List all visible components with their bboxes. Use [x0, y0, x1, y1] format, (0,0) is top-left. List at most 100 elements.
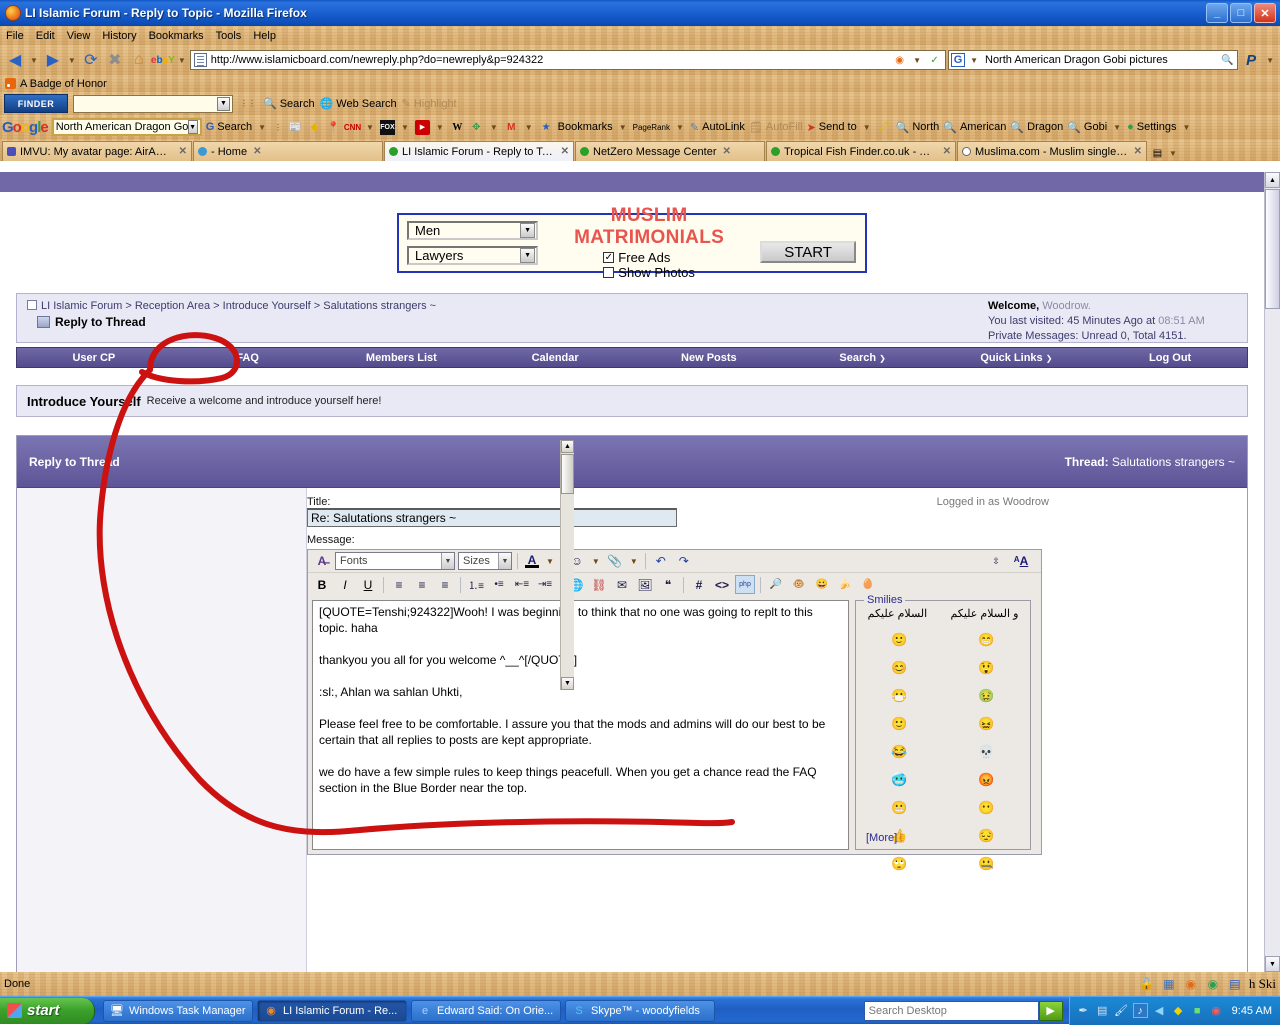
shield-icon[interactable]: ◆ [1171, 1003, 1186, 1018]
image-icon[interactable]: 🖼 [635, 575, 655, 594]
smilie-icon[interactable]: 😲 [978, 660, 995, 677]
attachment-dropdown-icon[interactable]: ▼ [628, 557, 640, 566]
font-mode-icon[interactable]: ᴬA [1011, 552, 1031, 571]
hello-smilie-icon[interactable]: 😀 [812, 575, 832, 594]
google-query-input[interactable]: North American Dragon Gobi picture ▼ [51, 118, 202, 136]
cnn-dropdown-icon[interactable]: ▼ [364, 123, 376, 132]
show-photos-checkbox[interactable] [603, 267, 615, 278]
breadcrumb-item-reception-area[interactable]: Reception Area [135, 300, 210, 312]
bookmarks-dropdown-icon[interactable]: ▼ [617, 123, 629, 132]
terms-dropdown-icon[interactable]: ▼ [1111, 123, 1123, 132]
taskbar-item-firefox[interactable]: ◉ LI Islamic Forum - Re... [257, 999, 407, 1022]
highlight-marker-icon[interactable]: 🖍 [877, 120, 892, 135]
smilies-more-link[interactable]: [More] [866, 832, 897, 844]
tab-close-icon[interactable]: ✕ [253, 146, 261, 157]
chevron-down-icon[interactable]: ▼ [520, 223, 536, 238]
tab-close-icon[interactable]: ✕ [179, 146, 187, 157]
windows-icon[interactable]: ▦ [1161, 976, 1177, 992]
reload-icon[interactable]: ⟳ [80, 49, 102, 71]
smilie-icon[interactable]: 😔 [978, 828, 995, 845]
wysiwyg-toggle-icon[interactable]: A̶ [312, 552, 332, 571]
menu-bookmarks[interactable]: Bookmarks [149, 30, 204, 42]
unlink-icon[interactable]: ⛓ [589, 575, 609, 594]
undo-icon[interactable]: ↶ [651, 552, 671, 571]
taskbar-clock[interactable]: 9:45 AM [1232, 1005, 1272, 1017]
font-color-dropdown-icon[interactable]: ▼ [544, 557, 556, 566]
quote-icon[interactable]: ❝ [658, 575, 678, 594]
chevron-down-icon[interactable]: ▼ [441, 553, 454, 569]
minimize-button[interactable]: _ [1206, 3, 1228, 23]
smilie-icon[interactable]: 😬 [891, 800, 908, 817]
google-search-button[interactable]: G Search [206, 121, 252, 133]
smilie-icon[interactable]: 🙂 [891, 716, 908, 733]
finder-web-search-button[interactable]: 🌐 Web Search [320, 97, 397, 111]
sendto-button[interactable]: ➤ Send to [807, 121, 857, 134]
pagerank-dropdown-icon[interactable]: ▼ [674, 123, 686, 132]
nav-item-faq[interactable]: FAQ [171, 352, 325, 364]
avg-icon[interactable]: ◉ [1205, 976, 1221, 992]
rss-icon[interactable]: ◉ [892, 53, 907, 68]
smilie-icon[interactable]: 😡 [978, 772, 995, 789]
smilie-icon[interactable]: 🙄 [891, 856, 908, 873]
font-size-select[interactable]: Sizes ▼ [458, 552, 512, 570]
tab-close-icon[interactable]: ✕ [1134, 146, 1142, 157]
smilies-arabic-left[interactable]: و السلام عليكم [950, 607, 1018, 620]
scroll-thumb[interactable] [1265, 189, 1280, 309]
rss-feed-icon[interactable] [5, 78, 16, 89]
free-ads-checkbox[interactable]: ✓ [603, 252, 615, 263]
nav-item-search[interactable]: Search ❯ [786, 352, 940, 364]
nav-item-log-out[interactable]: Log Out [1093, 352, 1247, 364]
scroll-down-icon[interactable]: ▼ [561, 677, 574, 690]
ordered-list-icon[interactable]: ⒈≡ [466, 575, 486, 594]
address-bar[interactable]: http://www.islamicboard.com/newreply.php… [189, 50, 947, 70]
smilie-icon[interactable]: 😂 [891, 744, 908, 761]
sendto-dropdown-icon[interactable]: ▼ [861, 123, 873, 132]
message-textarea[interactable]: [QUOTE=Tenshi;924322]Wooh! I was beginni… [312, 600, 849, 850]
redo-icon[interactable]: ↷ [674, 552, 694, 571]
notes-icon[interactable]: ▤ [1227, 976, 1243, 992]
smilie-icon[interactable]: 😊 [891, 660, 908, 677]
highlight-term-gobi[interactable]: 🔍 Gobi [1067, 121, 1107, 134]
tab-imvu[interactable]: IMVU: My avatar page: AirAnge... ✕ [2, 141, 192, 161]
egg-smilie-icon[interactable]: 🥚 [858, 575, 878, 594]
ad-profession-select[interactable]: Lawyers ▼ [407, 246, 539, 265]
indent-icon[interactable]: ⇥≡ [535, 575, 555, 594]
badge-bar-label[interactable]: A Badge of Honor [20, 78, 107, 90]
php-icon[interactable]: php [735, 575, 755, 594]
tab-li-islamic-forum[interactable]: LI Islamic Forum - Reply to Topic ✕ [384, 141, 574, 161]
title-input[interactable]: Re: Salutations strangers ~ [307, 508, 677, 527]
search-input[interactable] [983, 53, 1218, 67]
menu-edit[interactable]: Edit [36, 30, 55, 42]
bookmarks-star-icon[interactable]: ★ [539, 120, 554, 135]
ad-gender-select[interactable]: Men ▼ [407, 221, 539, 240]
wikipedia-icon[interactable]: W [450, 120, 465, 135]
share-icon[interactable]: ✥ [469, 120, 484, 135]
desktop-search-input[interactable]: Search Desktop [863, 1000, 1039, 1021]
pen-icon[interactable]: ✒ [1076, 1003, 1091, 1018]
brush-icon[interactable]: 🖌 [1114, 1003, 1129, 1018]
tab-home[interactable]: - Home ✕ [193, 141, 383, 161]
desktop-search-go-button[interactable]: ▶ [1038, 1000, 1063, 1021]
forward-arrow-icon[interactable]: ▶ [42, 49, 64, 71]
message-scrollbar[interactable]: ▲ ▼ [560, 440, 574, 690]
start-button[interactable]: start [0, 997, 95, 1024]
attachment-icon[interactable]: 📎 [605, 552, 625, 571]
taskbar-item-task-manager[interactable]: 🖥 Windows Task Manager [103, 999, 253, 1022]
finder-dropdown-icon[interactable]: ▼ [217, 96, 230, 111]
desktop-search[interactable]: Search Desktop ▶ [863, 1000, 1063, 1021]
youtube-icon[interactable]: ▶ [414, 119, 430, 135]
tab-netzero[interactable]: NetZero Message Center ✕ [575, 141, 765, 161]
csi-smilie-icon[interactable]: 🔎 [766, 575, 786, 594]
tab-list-icon[interactable]: ▤ [1150, 146, 1165, 161]
screen-icon[interactable]: ■ [1190, 1003, 1205, 1018]
back-dropdown-icon[interactable]: ▼ [28, 56, 40, 65]
ad-free-ads-option[interactable]: ✓ Free Ads [603, 250, 695, 265]
tab-close-icon[interactable]: ✕ [723, 146, 731, 157]
maximize-button[interactable]: □ [1230, 3, 1252, 23]
antivirus-icon[interactable]: ◉ [1209, 1003, 1224, 1018]
rss-dropdown-icon[interactable]: ▼ [911, 56, 923, 65]
google-bookmarks-button[interactable]: Bookmarks [558, 121, 613, 133]
scroll-down-icon[interactable]: ▼ [1265, 956, 1280, 972]
settings-dropdown-icon[interactable]: ▼ [1180, 123, 1192, 132]
menu-view[interactable]: View [67, 30, 91, 42]
